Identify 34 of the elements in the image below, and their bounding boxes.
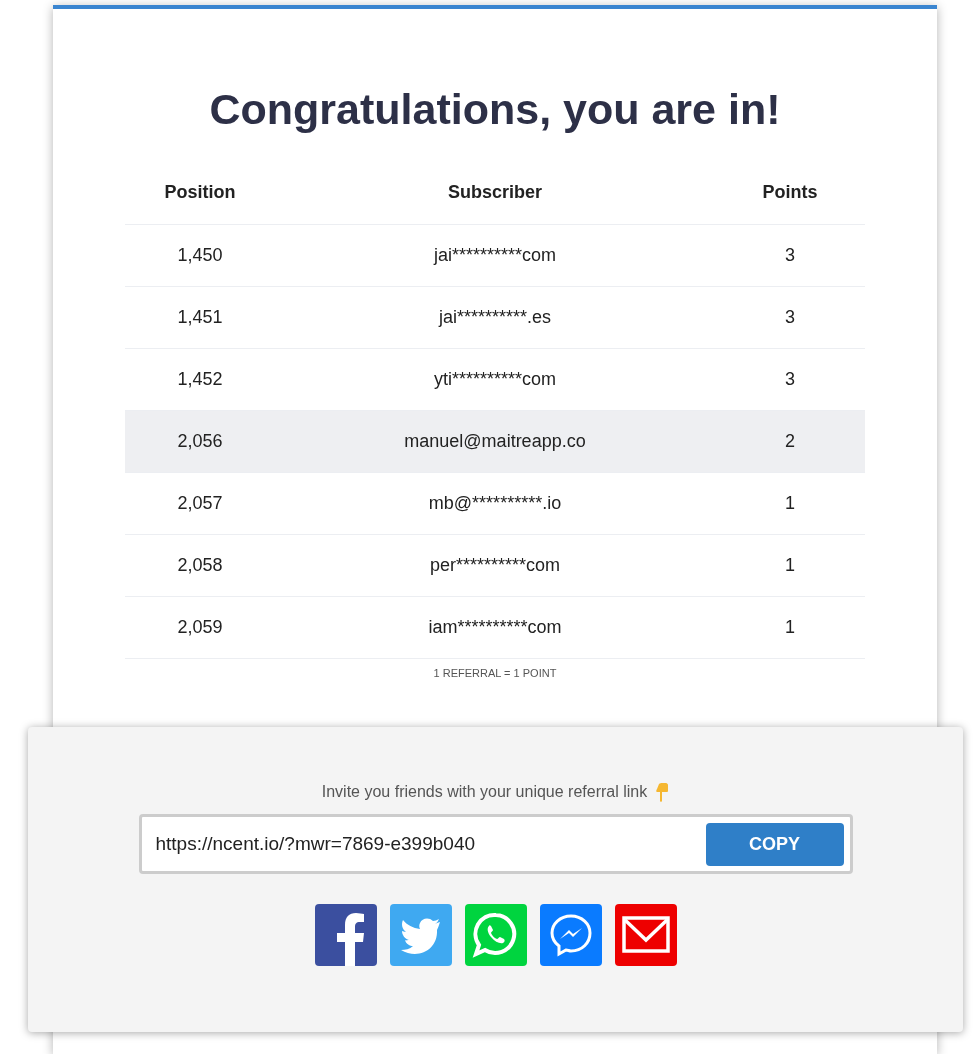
position-cell: 2,057 [125,472,275,535]
position-cell: 2,059 [125,596,275,659]
column-header: Position [125,172,275,225]
points-cell: 1 [715,534,865,597]
position-cell: 1,450 [125,224,275,287]
position-cell: 1,452 [125,348,275,411]
subscriber-cell: per**********com [275,534,715,597]
lightning-bubble-icon[interactable] [539,904,602,966]
invite-text: Invite you friends with your unique referral link [321,783,648,801]
envelope-icon[interactable] [614,904,677,966]
points-cell: 1 [715,596,865,659]
bird-icon[interactable] [389,904,452,966]
points-cell: 3 [715,286,865,349]
points-cell: 2 [715,410,865,473]
subscriber-cell: mb@**********.io [275,472,715,535]
column-header: Points [715,172,865,225]
subscriber-cell: jai**********.es [275,286,715,349]
subscriber-cell: jai**********com [275,224,715,287]
f-letter-icon[interactable] [314,904,377,966]
copy-button[interactable]: COPY [705,822,844,866]
page-title: Congratulations, you are in! [208,84,782,135]
points-cell: 3 [715,348,865,411]
subscriber-cell: iam**********com [275,596,715,659]
position-cell: 2,058 [125,534,275,597]
points-cell: 3 [715,224,865,287]
position-cell: 2,056 [125,410,275,473]
column-header: Subscriber [275,172,715,225]
position-cell: 1,451 [125,286,275,349]
referral-link-field[interactable]: https://ncent.io/?mwr=7869-e399b040 COPY [138,814,853,874]
subscriber-cell: yti**********com [275,348,715,411]
points-note: 1 REFERRAL = 1 POINT [433,667,557,679]
subscriber-cell: manuel@maitreapp.co [275,410,715,473]
points-cell: 1 [715,472,865,535]
phone-bubble-icon[interactable] [464,904,527,966]
